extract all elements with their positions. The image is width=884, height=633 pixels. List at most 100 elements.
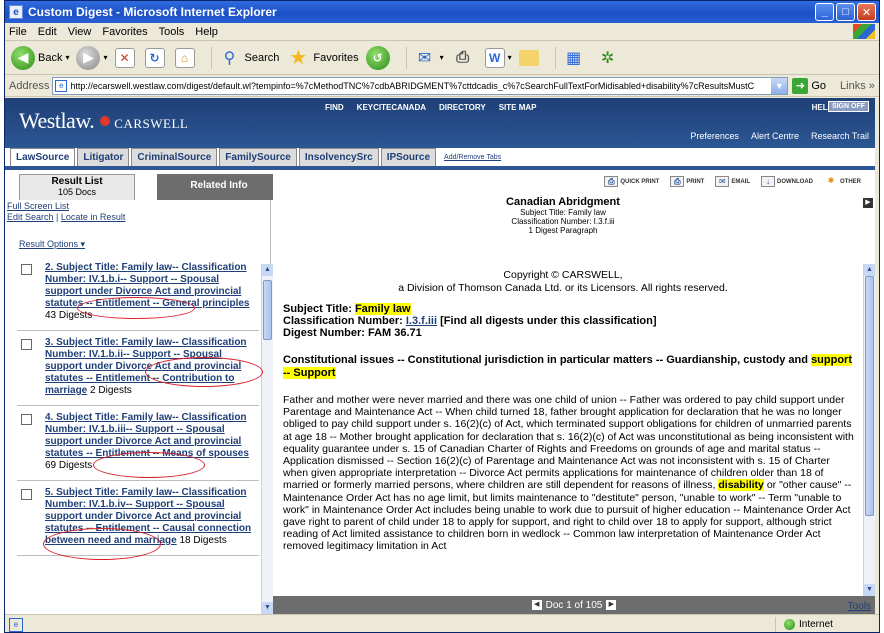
print-doc-button[interactable]: ⎙ PRINT: [670, 176, 704, 187]
status-bar: e Internet: [5, 614, 879, 632]
scroll-thumb[interactable]: [865, 276, 874, 516]
toolbar-separator: [210, 46, 212, 69]
result-checkbox[interactable]: [21, 339, 32, 350]
zone-label: Internet: [799, 619, 833, 630]
toolbar-separator: [405, 46, 407, 69]
mail-dropdown-icon[interactable]: ▾: [440, 53, 444, 62]
go-button[interactable]: ➜ Go: [792, 77, 826, 94]
address-label: Address: [9, 79, 50, 92]
result-list-label: Result List: [51, 176, 103, 187]
tab-litigator[interactable]: Litigator: [77, 148, 130, 166]
forward-button[interactable]: ▶ ▾: [76, 45, 108, 70]
scroll-up-icon[interactable]: ▲: [262, 264, 273, 276]
browser-window: e Custom Digest - Microsoft Internet Exp…: [4, 0, 880, 633]
address-dropdown-icon[interactable]: ▼: [771, 77, 788, 94]
expand-icon[interactable]: ▶: [863, 198, 873, 208]
result-checkbox[interactable]: [21, 264, 32, 275]
tab-lawsource[interactable]: LawSource: [10, 148, 76, 166]
home-button[interactable]: ⌂: [174, 47, 198, 68]
westlaw-logo[interactable]: Westlaw. CARSWELL: [19, 108, 188, 134]
classification-link[interactable]: I.3.f.iii: [406, 315, 437, 327]
tab-familysource[interactable]: FamilySource: [219, 148, 297, 166]
folder-button[interactable]: [518, 49, 542, 66]
window-title: Custom Digest - Microsoft Internet Explo…: [28, 5, 277, 19]
result-checkbox[interactable]: [21, 414, 32, 425]
star-icon: ★: [289, 47, 308, 69]
search-button[interactable]: ⚲ Search: [218, 46, 280, 70]
address-input[interactable]: e http://ecarswell.westlaw.com/digest/de…: [52, 76, 789, 95]
scroll-up-icon[interactable]: ▲: [864, 264, 875, 276]
tab-related-info[interactable]: Related Info: [157, 174, 281, 200]
back-button[interactable]: ◀ Back ▾: [11, 45, 69, 70]
carswell-logo-text: CARSWELL: [114, 116, 189, 131]
result-count: 2 Digests: [90, 385, 132, 396]
messenger-button[interactable]: ✲: [596, 46, 623, 70]
email-icon: ✉: [715, 176, 730, 187]
annotation-oval: [43, 528, 161, 560]
locate-in-result-link[interactable]: Locate in Result: [61, 212, 126, 222]
forward-dropdown-icon[interactable]: ▾: [103, 53, 107, 62]
document-subject: Subject Title: Family law: [520, 208, 606, 217]
alert-centre-link[interactable]: Alert Centre: [751, 131, 799, 141]
sign-off-button[interactable]: SIGN OFF: [827, 101, 869, 112]
headnote-text: Constitutional issues -- Constitutional …: [283, 354, 808, 366]
nav-find[interactable]: FIND: [325, 103, 344, 112]
quick-print-button[interactable]: ⎙ QUICK PRINT: [604, 176, 659, 187]
edit-search-link[interactable]: Edit Search: [7, 212, 54, 222]
mail-button[interactable]: ✉ ▾: [413, 46, 444, 70]
tab-insolvencysrc[interactable]: InsolvencySrc: [298, 148, 379, 166]
scroll-down-icon[interactable]: ▼: [262, 602, 273, 614]
subject-label: Subject Title:: [283, 303, 352, 315]
scroll-thumb[interactable]: [263, 280, 272, 340]
edit-dropdown-icon[interactable]: ▾: [508, 53, 512, 62]
scroll-down-icon[interactable]: ▼: [864, 584, 875, 596]
menu-file[interactable]: File: [9, 26, 27, 38]
other-button[interactable]: ✱ OTHER: [824, 176, 861, 187]
doc-count: 105 Docs: [57, 187, 97, 197]
links-button[interactable]: Links »: [840, 80, 875, 92]
print-button[interactable]: ⎙: [451, 46, 478, 70]
previous-doc-icon[interactable]: ◀: [531, 600, 542, 610]
back-arrow-icon: ◀: [11, 45, 35, 70]
menu-edit[interactable]: Edit: [38, 26, 57, 38]
nav-site-map[interactable]: SITE MAP: [499, 103, 537, 112]
tools-link[interactable]: Tools: [848, 601, 871, 612]
tab-result-list[interactable]: Result List 105 Docs: [19, 174, 135, 200]
close-button[interactable]: ✕: [857, 3, 876, 21]
stop-button[interactable]: ✕: [114, 47, 138, 68]
address-url[interactable]: http://ecarswell.westlaw.com/digest/defa…: [70, 81, 754, 91]
result-checkbox[interactable]: [21, 489, 32, 500]
email-button[interactable]: ✉ EMAIL: [715, 176, 750, 187]
research-trail-link[interactable]: Research Trail: [811, 131, 869, 141]
document-title: Canadian Abridgment: [506, 196, 620, 208]
favorites-button[interactable]: ★ Favorites: [286, 46, 358, 70]
tab-criminalsource[interactable]: CriminalSource: [131, 148, 218, 166]
edit-button[interactable]: W ▾: [484, 47, 512, 68]
menu-favorites[interactable]: Favorites: [102, 26, 147, 38]
minimize-button[interactable]: _: [815, 3, 834, 21]
tab-ipsource[interactable]: IPSource: [380, 148, 437, 166]
nav-keycite[interactable]: KEYCITECANADA: [357, 103, 426, 112]
history-button[interactable]: ↺: [365, 45, 393, 70]
menu-view[interactable]: View: [68, 26, 92, 38]
classification-label: Classification Number:: [283, 315, 403, 327]
menu-help[interactable]: Help: [195, 26, 218, 38]
preferences-link[interactable]: Preferences: [690, 131, 739, 141]
next-doc-icon[interactable]: ▶: [606, 600, 617, 610]
research-button[interactable]: ▦: [562, 46, 589, 70]
full-screen-list-link[interactable]: Full Screen List: [7, 201, 69, 211]
result-list-panel: Result List 105 Docs Related Info Full S…: [5, 174, 281, 614]
document-scrollbar[interactable]: ▲ ▼: [863, 264, 875, 596]
ie-icon: e: [9, 5, 23, 19]
left-scrollbar[interactable]: ▲ ▼: [261, 264, 273, 614]
download-button[interactable]: ↓ DOWNLOAD: [761, 176, 813, 187]
find-all-digests-link[interactable]: [Find all digests under this classificat…: [440, 315, 656, 327]
maximize-button[interactable]: □: [836, 3, 855, 21]
back-dropdown-icon[interactable]: ▾: [65, 53, 69, 62]
refresh-button[interactable]: ↻: [144, 47, 168, 68]
toolbar-separator: [554, 46, 556, 69]
add-remove-tabs-link[interactable]: Add/Remove Tabs: [444, 154, 501, 161]
nav-directory[interactable]: DIRECTORY: [439, 103, 486, 112]
menu-tools[interactable]: Tools: [159, 26, 185, 38]
result-options-dropdown[interactable]: Result Options ▾: [19, 239, 85, 250]
